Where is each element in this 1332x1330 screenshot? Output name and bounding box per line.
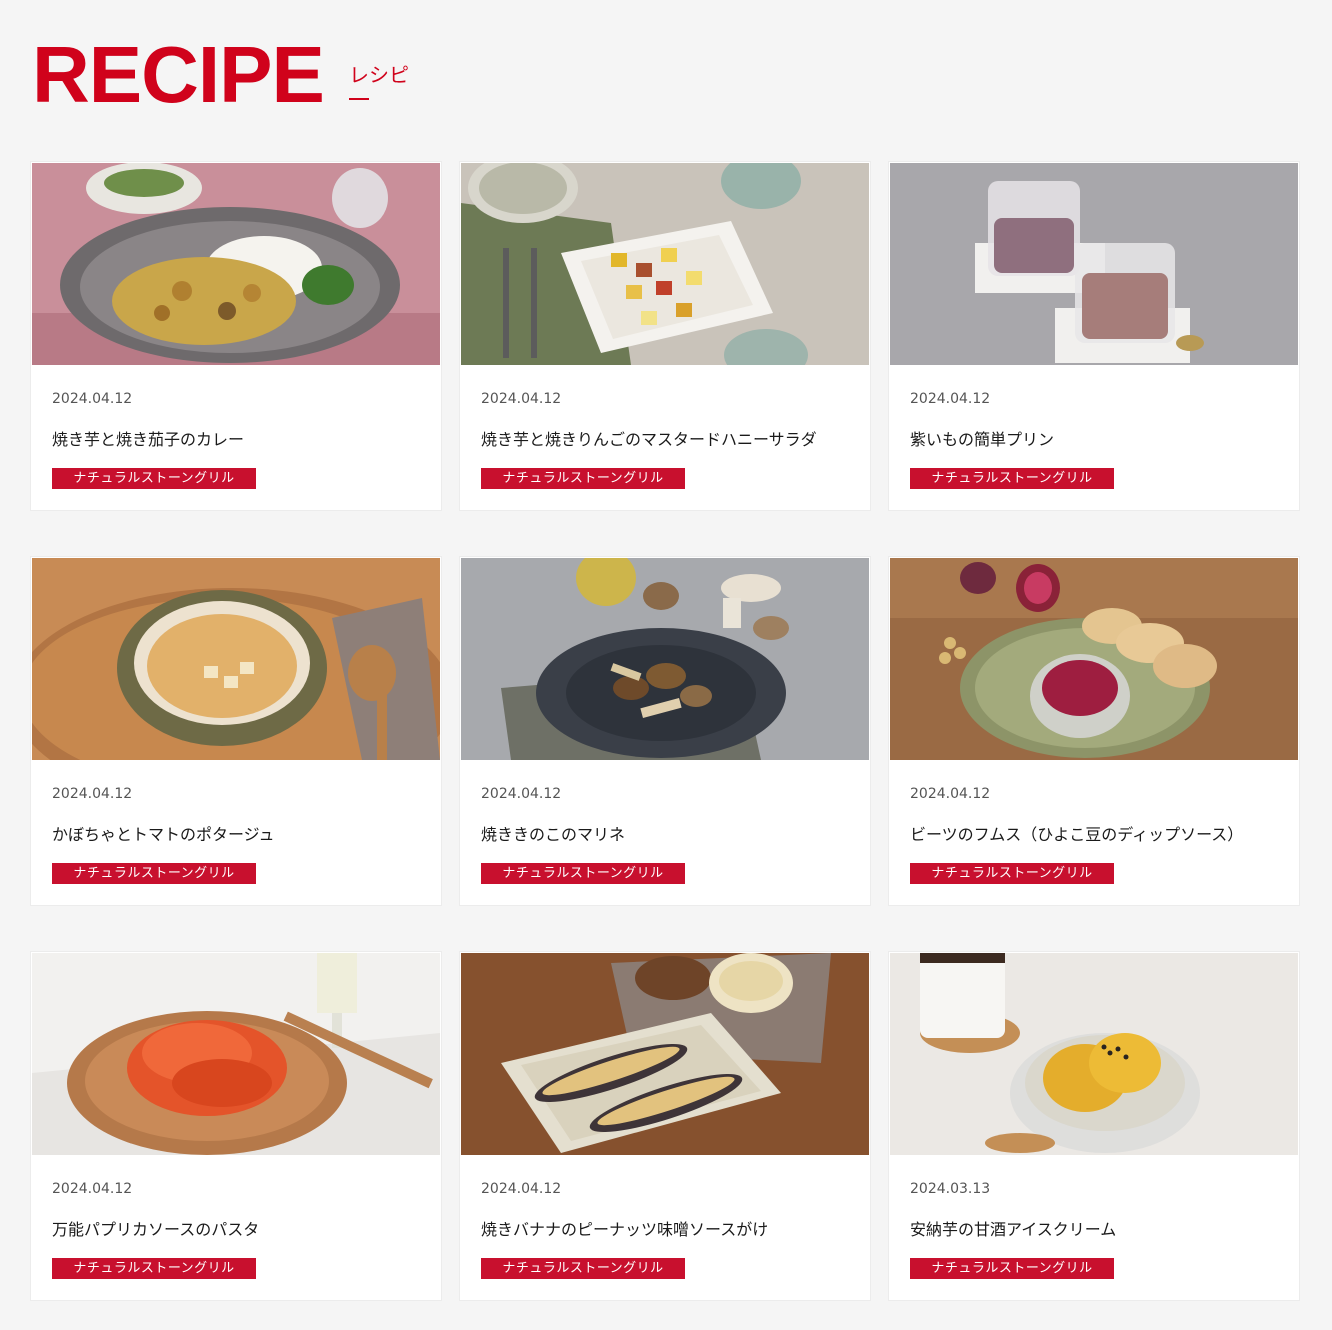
recipe-card[interactable]: 2024.04.12 焼き芋と焼きりんごのマスタードハニーサラダ ナチュラルスト… (459, 161, 871, 511)
recipe-card[interactable]: 2024.04.12 万能パプリカソースのパスタ ナチュラルストーングリル (30, 951, 442, 1301)
recipe-tag[interactable]: ナチュラルストーングリル (52, 1258, 256, 1279)
recipe-image-hummus[interactable] (890, 558, 1298, 760)
recipe-tag[interactable]: ナチュラルストーングリル (481, 1258, 685, 1279)
recipe-tag[interactable]: ナチュラルストーングリル (910, 1258, 1114, 1279)
recipe-image-icecream[interactable] (890, 953, 1298, 1155)
recipe-image-pudding[interactable] (890, 163, 1298, 365)
recipe-card[interactable]: 2024.04.12 紫いもの簡単プリン ナチュラルストーングリル (888, 161, 1300, 511)
recipe-title[interactable]: 焼き芋と焼きりんごのマスタードハニーサラダ (481, 430, 817, 450)
recipe-tag[interactable]: ナチュラルストーングリル (52, 468, 256, 489)
subtitle-underline (349, 98, 369, 100)
recipe-date: 2024.04.12 (52, 1181, 133, 1197)
recipe-date: 2024.04.12 (52, 786, 133, 802)
recipe-card[interactable]: 2024.03.13 安納芋の甘酒アイスクリーム ナチュラルストーングリル (888, 951, 1300, 1301)
recipe-title[interactable]: 焼き芋と焼き茄子のカレー (52, 430, 244, 450)
recipe-title[interactable]: かぼちゃとトマトのポタージュ (52, 825, 275, 845)
recipe-tag[interactable]: ナチュラルストーングリル (910, 468, 1114, 489)
recipe-image-salad[interactable] (461, 163, 869, 365)
recipe-date: 2024.04.12 (481, 391, 562, 407)
recipe-title[interactable]: 焼ききのこのマリネ (481, 825, 625, 845)
page-subtitle: レシピ (349, 63, 409, 87)
recipe-card[interactable]: 2024.04.12 焼き芋と焼き茄子のカレー ナチュラルストーングリル (30, 161, 442, 511)
recipe-tag[interactable]: ナチュラルストーングリル (481, 468, 685, 489)
page-title: RECIPE (32, 30, 325, 119)
recipe-title[interactable]: 安納芋の甘酒アイスクリーム (910, 1220, 1116, 1240)
recipe-date: 2024.04.12 (910, 786, 991, 802)
recipe-title[interactable]: 焼きバナナのピーナッツ味噌ソースがけ (481, 1220, 768, 1240)
recipe-tag[interactable]: ナチュラルストーングリル (481, 863, 685, 884)
recipe-date: 2024.04.12 (481, 786, 562, 802)
recipe-title[interactable]: 紫いもの簡単プリン (910, 430, 1054, 450)
recipe-card[interactable]: 2024.04.12 焼ききのこのマリネ ナチュラルストーングリル (459, 556, 871, 906)
recipe-date: 2024.04.12 (910, 391, 991, 407)
recipe-tag[interactable]: ナチュラルストーングリル (910, 863, 1114, 884)
recipe-date: 2024.03.13 (910, 1181, 991, 1197)
recipe-title[interactable]: 万能パプリカソースのパスタ (52, 1220, 259, 1240)
recipe-image-banana[interactable] (461, 953, 869, 1155)
recipe-image-mushroom[interactable] (461, 558, 869, 760)
recipe-date: 2024.04.12 (52, 391, 133, 407)
recipe-card[interactable]: 2024.04.12 焼きバナナのピーナッツ味噌ソースがけ ナチュラルストーング… (459, 951, 871, 1301)
recipe-title[interactable]: ビーツのフムス（ひよこ豆のディップソース） (910, 825, 1243, 845)
recipe-image-soup[interactable] (32, 558, 440, 760)
recipe-card[interactable]: 2024.04.12 ビーツのフムス（ひよこ豆のディップソース） ナチュラルスト… (888, 556, 1300, 906)
recipe-image-curry[interactable] (32, 163, 440, 365)
recipe-date: 2024.04.12 (481, 1181, 562, 1197)
recipe-image-pasta[interactable] (32, 953, 440, 1155)
recipe-card[interactable]: 2024.04.12 かぼちゃとトマトのポタージュ ナチュラルストーングリル (30, 556, 442, 906)
recipe-tag[interactable]: ナチュラルストーングリル (52, 863, 256, 884)
